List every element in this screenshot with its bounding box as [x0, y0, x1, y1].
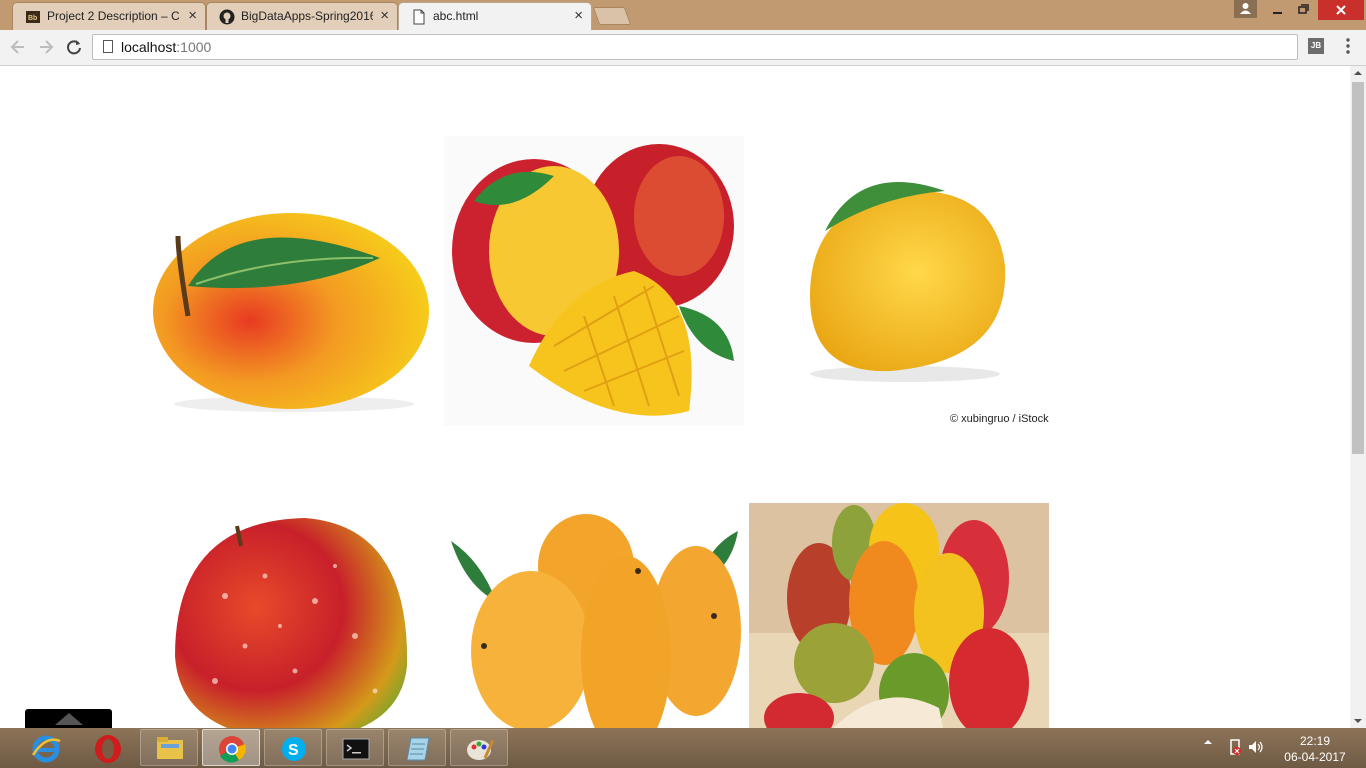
url-host: localhost [121, 39, 177, 55]
chrome-menu-button[interactable] [1344, 37, 1352, 55]
taskbar-command-prompt[interactable] [326, 729, 384, 766]
jetbrains-extension-icon[interactable]: JB [1308, 38, 1324, 54]
speaker-icon [1249, 741, 1263, 753]
mango-image-2 [444, 136, 744, 426]
tab-strip: Bb Project 2 Description – C × BigDataAp… [0, 0, 1366, 30]
github-icon [219, 9, 235, 25]
mango-image-6 [749, 503, 1049, 728]
page-icon [413, 9, 425, 25]
scroll-up-arrow[interactable] [1350, 66, 1366, 80]
overlay-icon [55, 713, 83, 725]
svg-text:Bb: Bb [28, 15, 37, 22]
browser-toolbar: localhost:1000 JB [0, 30, 1366, 66]
back-button[interactable] [8, 37, 28, 57]
taskbar-opera[interactable] [78, 729, 136, 766]
paint-icon [467, 739, 495, 760]
chrome-icon [219, 736, 246, 763]
forward-arrow-icon [40, 40, 54, 54]
mango-image-4 [175, 518, 408, 728]
floating-toolbar-overlay[interactable] [25, 709, 112, 728]
minimize-button[interactable] [1266, 0, 1288, 20]
tab-github[interactable]: BigDataApps-Spring2016 × [206, 2, 398, 30]
tab-close-button[interactable]: × [574, 7, 583, 25]
taskbar-clock[interactable]: 22:19 06-04-2017 [1272, 733, 1358, 765]
tab-title: Project 2 Description – C [47, 9, 179, 23]
taskbar-notepad[interactable] [388, 729, 446, 766]
notepad-icon [406, 737, 430, 761]
image-credit: © xubingruo / iStock [950, 413, 1049, 425]
scrollbar-thumb[interactable] [1352, 82, 1364, 454]
tray-power[interactable] [1228, 738, 1242, 759]
scroll-down-arrow[interactable] [1350, 714, 1366, 728]
triangle-up-icon [1354, 71, 1362, 75]
tray-volume[interactable] [1248, 740, 1264, 757]
chevron-up-icon [1204, 740, 1212, 744]
mango-image-1 [153, 213, 429, 412]
triangle-down-icon [1354, 719, 1362, 723]
forward-button[interactable] [36, 37, 56, 57]
profile-button[interactable] [1234, 0, 1257, 18]
person-icon [1240, 3, 1251, 14]
tab-abc-html[interactable]: abc.html × [398, 2, 592, 30]
restore-icon [1298, 4, 1309, 14]
url-text[interactable]: localhost:1000 [121, 39, 211, 55]
command-prompt-icon [342, 738, 370, 760]
tab-close-button[interactable]: × [380, 7, 389, 25]
clock-time: 22:19 [1299, 734, 1331, 748]
battery-warning-icon [1230, 739, 1241, 755]
vertical-scrollbar[interactable] [1350, 66, 1366, 728]
new-tab-button[interactable] [592, 7, 632, 25]
minimize-icon [1273, 12, 1282, 14]
taskbar-skype[interactable]: S [264, 729, 322, 766]
skype-icon: S [282, 737, 306, 761]
svg-text:S: S [288, 742, 299, 759]
file-explorer-icon [157, 737, 183, 759]
page-info-icon[interactable] [103, 40, 113, 53]
reload-button[interactable] [64, 37, 84, 57]
taskbar-paint[interactable] [450, 729, 508, 766]
internet-explorer-icon [31, 735, 61, 763]
page-viewport: © xubingruo / iStock [0, 66, 1350, 728]
tab-title: abc.html [433, 9, 479, 23]
close-window-button[interactable] [1318, 0, 1364, 20]
reload-icon [67, 40, 81, 55]
blackboard-icon: Bb [26, 11, 40, 23]
tab-title: BigDataApps-Spring2016 [241, 9, 373, 23]
tab-close-button[interactable]: × [188, 7, 197, 25]
mango-image-3 [810, 182, 1006, 382]
close-icon [1336, 5, 1346, 15]
windows-taskbar: S 22:19 06-04-2017 [0, 728, 1366, 768]
mango-image-5 [451, 514, 741, 728]
url-port: :1000 [176, 39, 212, 55]
taskbar-internet-explorer[interactable] [16, 729, 74, 766]
menu-dots-icon [1346, 38, 1350, 54]
taskbar-chrome[interactable] [202, 729, 260, 766]
opera-icon [95, 735, 121, 763]
back-arrow-icon [10, 40, 24, 54]
taskbar-file-explorer[interactable] [140, 729, 198, 766]
show-hidden-icons-button[interactable] [1202, 736, 1214, 751]
clock-date: 06-04-2017 [1284, 750, 1346, 764]
restore-button[interactable] [1292, 0, 1314, 20]
address-bar[interactable]: localhost:1000 [92, 34, 1298, 60]
tab-project-description[interactable]: Bb Project 2 Description – C × [12, 2, 206, 30]
